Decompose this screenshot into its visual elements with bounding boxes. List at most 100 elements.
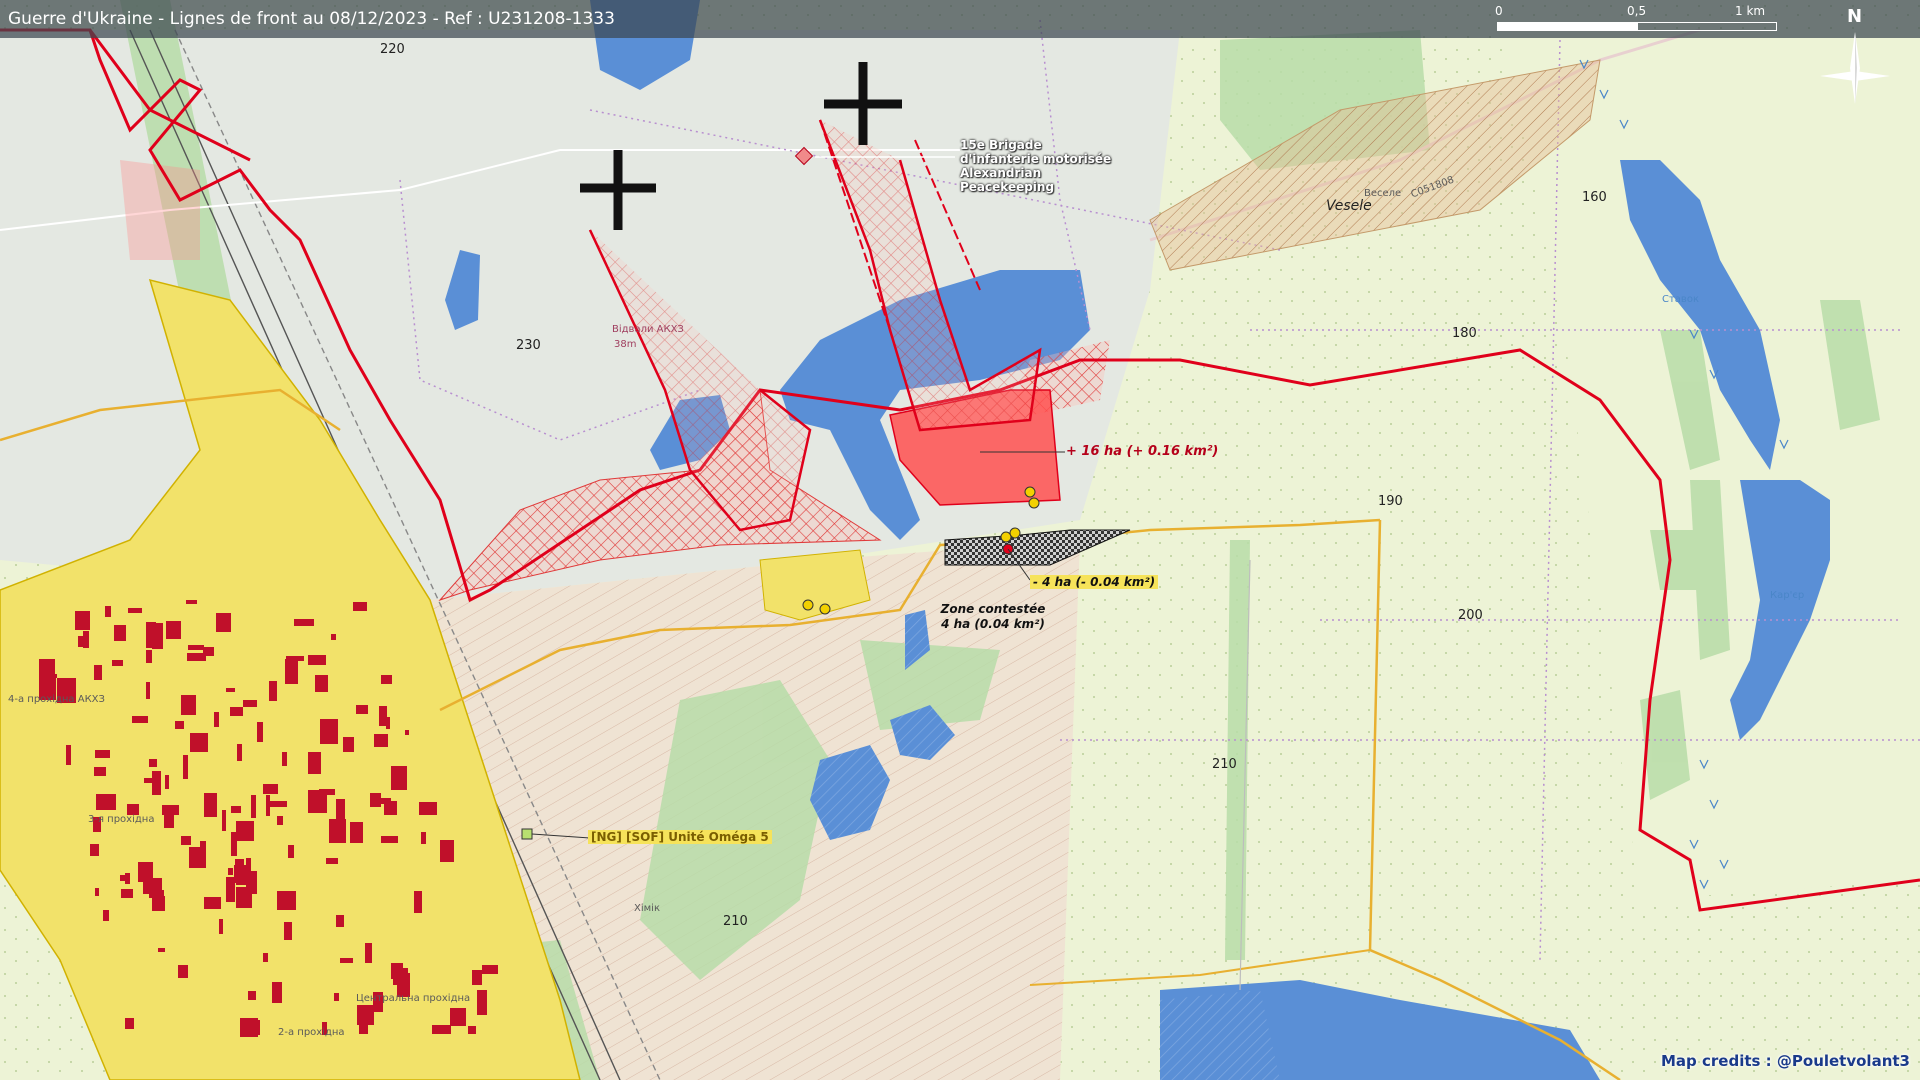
building bbox=[114, 625, 126, 641]
building bbox=[75, 611, 90, 630]
gate-3: 3-я прохідна bbox=[88, 814, 155, 825]
building bbox=[226, 877, 235, 902]
building bbox=[380, 798, 391, 804]
building bbox=[186, 600, 197, 604]
building bbox=[440, 840, 454, 862]
building bbox=[166, 621, 181, 639]
elevation-220: 220 bbox=[380, 42, 405, 57]
building bbox=[472, 970, 482, 985]
gate-2: 2-а прохідна bbox=[278, 1027, 345, 1038]
building bbox=[282, 752, 287, 766]
building bbox=[308, 752, 321, 774]
elevation-210-right: 210 bbox=[1212, 757, 1237, 772]
building bbox=[269, 681, 277, 701]
elevation-180: 180 bbox=[1452, 326, 1477, 341]
building bbox=[393, 968, 408, 985]
building bbox=[356, 705, 368, 714]
dump-name: Відвали АКХЗ bbox=[612, 324, 684, 335]
building bbox=[90, 844, 99, 856]
building bbox=[308, 655, 326, 665]
sof-unit-label[interactable]: [NG] [SOF] Unité Oméga 5 bbox=[588, 830, 772, 844]
contested-zone-area: 4 ha (0.04 km²) bbox=[941, 617, 1045, 631]
gate-4: 4-а прохідна АКХЗ bbox=[8, 694, 105, 705]
building bbox=[128, 608, 142, 613]
building bbox=[331, 634, 336, 640]
building bbox=[277, 816, 283, 825]
building bbox=[414, 891, 422, 913]
building bbox=[277, 891, 296, 910]
building bbox=[357, 1005, 374, 1025]
building bbox=[359, 1023, 368, 1034]
building bbox=[204, 897, 221, 909]
building bbox=[251, 795, 256, 818]
building bbox=[231, 806, 241, 813]
building bbox=[405, 730, 409, 735]
building bbox=[236, 879, 253, 885]
building bbox=[450, 1008, 466, 1026]
elevation-230: 230 bbox=[516, 338, 541, 353]
building bbox=[353, 602, 367, 611]
building bbox=[96, 794, 116, 810]
dump-height: 38m bbox=[614, 339, 637, 350]
building bbox=[95, 888, 99, 896]
building bbox=[350, 822, 363, 843]
building bbox=[152, 896, 165, 911]
building bbox=[419, 802, 437, 815]
contested-zone-title: Zone contestée bbox=[940, 602, 1046, 616]
building bbox=[240, 1018, 258, 1037]
building bbox=[188, 645, 204, 650]
building bbox=[381, 836, 398, 843]
occupied-small-zone bbox=[120, 160, 200, 260]
building bbox=[269, 801, 287, 807]
building bbox=[175, 721, 184, 729]
building bbox=[421, 832, 426, 844]
building bbox=[216, 613, 231, 632]
building bbox=[391, 766, 407, 790]
building bbox=[164, 813, 174, 828]
building bbox=[105, 606, 111, 617]
building bbox=[381, 675, 392, 684]
building bbox=[284, 922, 292, 940]
building bbox=[315, 675, 328, 692]
building bbox=[149, 759, 157, 767]
building bbox=[39, 659, 55, 682]
quarry-label: Кар'єр bbox=[1770, 590, 1805, 601]
building bbox=[146, 650, 152, 663]
building bbox=[183, 755, 188, 779]
building bbox=[334, 993, 339, 1001]
scale-bar: 0 0,5 1 km bbox=[1495, 4, 1777, 34]
building bbox=[222, 810, 226, 831]
loss-label: - 4 ha (- 0.04 km²) bbox=[1030, 575, 1159, 589]
building bbox=[288, 845, 294, 858]
building bbox=[365, 943, 372, 963]
building bbox=[66, 745, 71, 765]
unit-15-label[interactable]: 15e Brigade d'infanterie motorisée Alexa… bbox=[960, 138, 1120, 194]
building bbox=[326, 858, 338, 864]
building bbox=[243, 700, 257, 707]
building bbox=[189, 847, 206, 868]
gate-central: Центральна прохідна bbox=[356, 993, 471, 1004]
building bbox=[477, 990, 487, 1015]
compass-star-icon bbox=[1820, 32, 1890, 104]
building bbox=[294, 619, 314, 626]
building bbox=[237, 744, 242, 761]
building bbox=[125, 1018, 134, 1029]
building bbox=[482, 965, 498, 974]
building bbox=[162, 805, 179, 815]
building bbox=[181, 836, 191, 845]
building bbox=[263, 784, 278, 794]
elevation-210-bottom: 210 bbox=[723, 914, 748, 929]
building bbox=[95, 750, 110, 758]
scale-segment-2 bbox=[1637, 22, 1777, 31]
building bbox=[329, 819, 346, 843]
building bbox=[132, 716, 148, 723]
building bbox=[103, 910, 109, 921]
building bbox=[121, 889, 133, 898]
building bbox=[263, 953, 268, 962]
building bbox=[203, 647, 214, 656]
scale-label-half: 0,5 bbox=[1627, 4, 1647, 18]
building bbox=[143, 878, 162, 894]
building bbox=[83, 631, 89, 648]
place-khimik: Хімік bbox=[634, 903, 660, 914]
building bbox=[214, 712, 219, 727]
